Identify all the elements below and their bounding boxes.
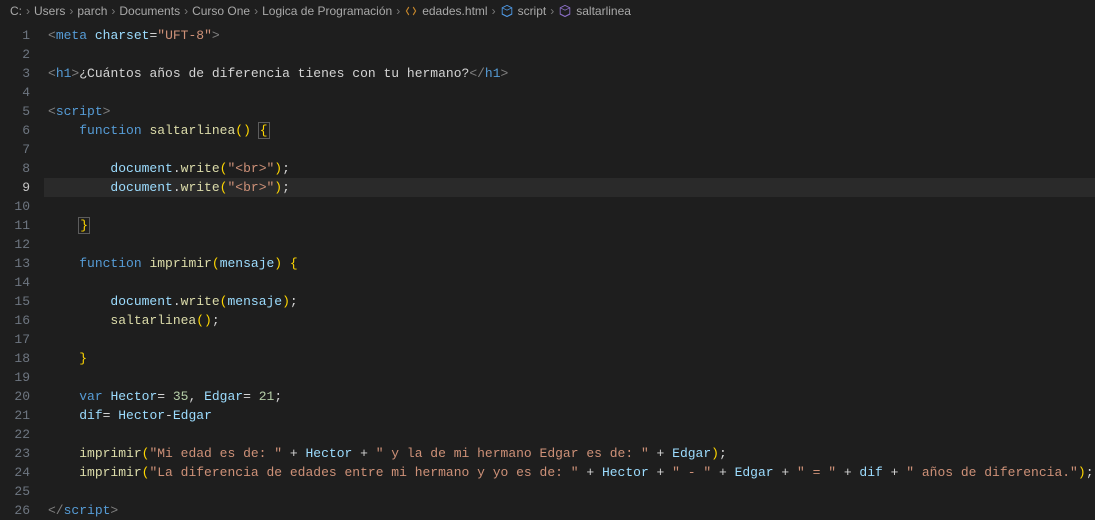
chevron-right-icon: › [69, 4, 73, 18]
line-number: 4 [0, 83, 30, 102]
symbol-cube-icon [500, 4, 514, 18]
code-line[interactable]: var Hector= 35, Edgar= 21; [44, 387, 1095, 406]
line-number: 23 [0, 444, 30, 463]
line-number: 16 [0, 311, 30, 330]
code-line[interactable]: <meta charset="UFT-8"> [44, 26, 1095, 45]
line-number: 10 [0, 197, 30, 216]
code-line[interactable]: document.write("<br>"); [44, 159, 1095, 178]
code-line[interactable]: function imprimir(mensaje) { [44, 254, 1095, 273]
code-line[interactable] [44, 425, 1095, 444]
symbol-cube-icon [558, 4, 572, 18]
code-line[interactable]: <script> [44, 102, 1095, 121]
line-number: 24 [0, 463, 30, 482]
code-line[interactable]: } [44, 216, 1095, 235]
breadcrumb[interactable]: C: › Users › parch › Documents › Curso O… [0, 0, 1095, 22]
code-line[interactable] [44, 83, 1095, 102]
crumb-function[interactable]: saltarlinea [576, 4, 631, 18]
chevron-right-icon: › [492, 4, 496, 18]
line-number: 26 [0, 501, 30, 520]
code-line[interactable] [44, 330, 1095, 349]
code-area[interactable]: <meta charset="UFT-8"> <h1>¿Cuántos años… [44, 22, 1095, 518]
line-number: 18 [0, 349, 30, 368]
line-number: 11 [0, 216, 30, 235]
line-number-gutter: 1 2 3 4 5 6 7 8 9 10 11 12 13 14 15 16 1… [0, 22, 44, 518]
code-line[interactable]: function saltarlinea() { [44, 121, 1095, 140]
chevron-right-icon: › [550, 4, 554, 18]
code-line[interactable]: dif= Hector-Edgar [44, 406, 1095, 425]
code-line[interactable] [44, 140, 1095, 159]
line-number: 22 [0, 425, 30, 444]
code-line[interactable] [44, 235, 1095, 254]
line-number: 21 [0, 406, 30, 425]
line-number: 14 [0, 273, 30, 292]
code-line[interactable] [44, 273, 1095, 292]
code-line[interactable] [44, 482, 1095, 501]
code-line[interactable] [44, 368, 1095, 387]
code-line[interactable]: saltarlinea(); [44, 311, 1095, 330]
crumb-documents[interactable]: Documents [119, 4, 180, 18]
code-line[interactable]: <h1>¿Cuántos años de diferencia tienes c… [44, 64, 1095, 83]
line-number: 3 [0, 64, 30, 83]
line-number: 15 [0, 292, 30, 311]
crumb-curso-one[interactable]: Curso One [192, 4, 250, 18]
chevron-right-icon: › [254, 4, 258, 18]
chevron-right-icon: › [396, 4, 400, 18]
line-number: 5 [0, 102, 30, 121]
code-line[interactable]: document.write("<br>"); [44, 178, 1095, 197]
chevron-right-icon: › [26, 4, 30, 18]
code-line[interactable]: </script> [44, 501, 1095, 520]
line-number: 7 [0, 140, 30, 159]
crumb-logica[interactable]: Logica de Programación [262, 4, 392, 18]
code-line[interactable]: imprimir("Mi edad es de: " + Hector + " … [44, 444, 1095, 463]
line-number: 12 [0, 235, 30, 254]
chevron-right-icon: › [184, 4, 188, 18]
code-line[interactable] [44, 45, 1095, 64]
line-number: 17 [0, 330, 30, 349]
line-number: 25 [0, 482, 30, 501]
code-line[interactable]: } [44, 349, 1095, 368]
crumb-script[interactable]: script [518, 4, 547, 18]
crumb-users[interactable]: Users [34, 4, 65, 18]
line-number: 6 [0, 121, 30, 140]
code-line[interactable] [44, 197, 1095, 216]
line-number: 13 [0, 254, 30, 273]
line-number: 9 [0, 178, 30, 197]
editor[interactable]: 1 2 3 4 5 6 7 8 9 10 11 12 13 14 15 16 1… [0, 22, 1095, 518]
code-line[interactable]: imprimir("La diferencia de edades entre … [44, 463, 1095, 482]
crumb-file[interactable]: edades.html [422, 4, 487, 18]
chevron-right-icon: › [111, 4, 115, 18]
crumb-parch[interactable]: parch [77, 4, 107, 18]
line-number: 19 [0, 368, 30, 387]
line-number: 8 [0, 159, 30, 178]
file-code-icon [404, 4, 418, 18]
line-number: 20 [0, 387, 30, 406]
line-number: 1 [0, 26, 30, 45]
line-number: 2 [0, 45, 30, 64]
crumb-c[interactable]: C: [10, 4, 22, 18]
code-line[interactable]: document.write(mensaje); [44, 292, 1095, 311]
